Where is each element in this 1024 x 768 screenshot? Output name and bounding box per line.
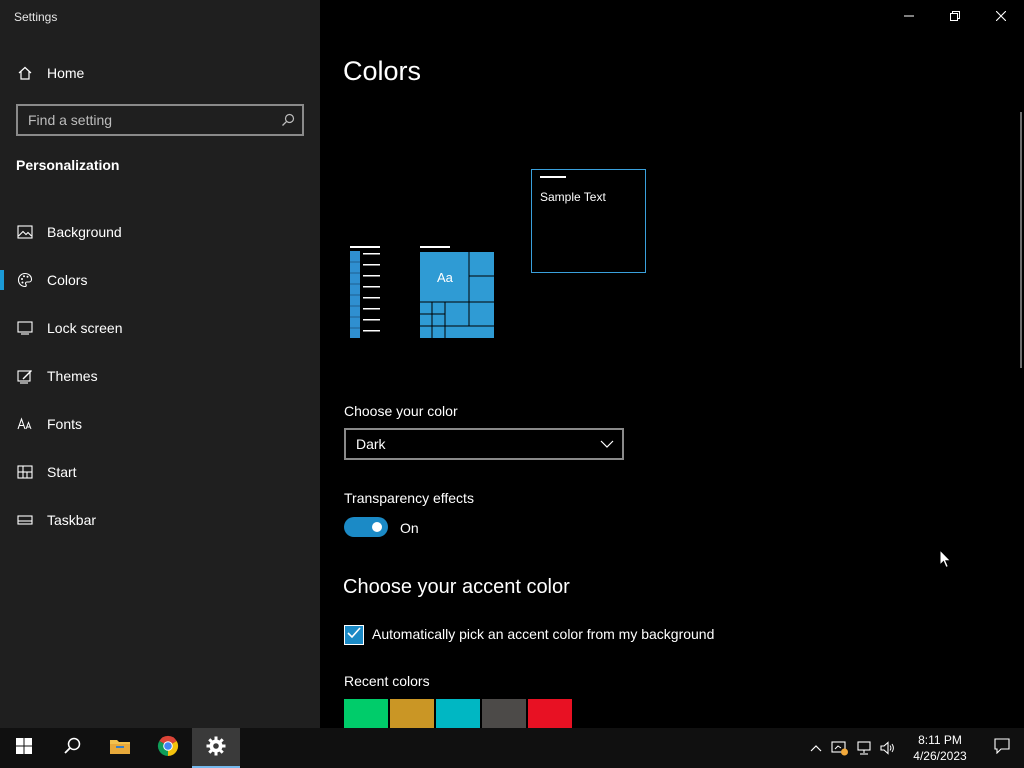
home-icon (16, 64, 34, 82)
sidebar-item-label: Home (47, 65, 85, 81)
recent-color-swatch[interactable] (436, 699, 480, 728)
taskbar: 8:11 PM 4/26/2023 (0, 728, 1024, 768)
folder-icon (109, 737, 131, 760)
auto-accent-label: Automatically pick an accent color from … (372, 626, 715, 642)
show-hidden-icons-button[interactable] (804, 728, 828, 768)
taskbar-search-button[interactable] (48, 728, 96, 768)
colors-page: Colors Aa Sample Text Choose your color … (320, 0, 1024, 728)
taskbar-settings[interactable] (192, 728, 240, 768)
accent-color-title: Choose your accent color (343, 576, 570, 598)
transparency-label: Transparency effects (344, 490, 474, 506)
sidebar-item-start[interactable]: Start (0, 448, 320, 496)
preview-tiles: Aa (420, 246, 496, 338)
recent-color-swatch[interactable] (390, 699, 434, 728)
sidebar-item-lock-screen[interactable]: Lock screen (0, 304, 320, 352)
choose-color-dropdown[interactable]: Dark (344, 428, 624, 460)
sidebar-item-label: Start (47, 464, 77, 480)
sidebar-item-label: Taskbar (47, 512, 97, 528)
scrollbar[interactable] (1020, 112, 1022, 368)
preview-start-list (350, 246, 380, 338)
lock-screen-icon (16, 319, 34, 337)
minimize-button[interactable] (886, 0, 932, 32)
security-icon[interactable] (828, 728, 852, 768)
taskbar-chrome[interactable] (144, 728, 192, 768)
system-tray: 8:11 PM 4/26/2023 (804, 728, 1024, 768)
network-icon[interactable] (852, 728, 876, 768)
restore-button[interactable] (932, 0, 978, 32)
chrome-icon (156, 734, 180, 763)
toggle-knob (372, 522, 382, 532)
sidebar-item-label: Fonts (47, 416, 83, 432)
recent-colors (344, 699, 572, 728)
taskbar-icon (16, 511, 34, 529)
preview-sample-text: Sample Text (540, 190, 606, 204)
settings-sidebar: Settings Home Personalization Background… (0, 0, 320, 728)
personalization-nav: Background Colors Lock screen Themes Fon… (0, 208, 320, 544)
choose-color-value: Dark (356, 436, 386, 452)
search-icon (63, 737, 81, 759)
section-title: Personalization (16, 157, 120, 173)
sidebar-item-label: Colors (47, 272, 88, 288)
notification-icon (994, 737, 1010, 759)
search-input[interactable] (18, 112, 274, 128)
search-box (16, 104, 304, 136)
close-button[interactable] (978, 0, 1024, 32)
sidebar-item-fonts[interactable]: Fonts (0, 400, 320, 448)
fonts-icon (16, 415, 34, 433)
recent-color-swatch[interactable] (482, 699, 526, 728)
start-button[interactable] (0, 728, 48, 768)
sidebar-item-label: Themes (47, 368, 98, 384)
gear-icon (206, 736, 226, 761)
page-title: Colors (343, 56, 422, 86)
taskbar-file-explorer[interactable] (96, 728, 144, 768)
recent-colors-label: Recent colors (344, 673, 430, 689)
preview-window-bar (540, 176, 566, 178)
recent-color-swatch[interactable] (344, 699, 388, 728)
volume-icon[interactable] (876, 728, 900, 768)
window-controls (886, 0, 1024, 32)
search-icon[interactable] (274, 106, 302, 134)
sidebar-item-taskbar[interactable]: Taskbar (0, 496, 320, 544)
windows-logo-icon (16, 737, 32, 759)
sidebar-item-label: Background (47, 224, 122, 240)
preview-tile-text: Aa (437, 270, 453, 285)
palette-icon (16, 271, 34, 289)
recent-color-swatch[interactable] (528, 699, 572, 728)
checkmark-icon (347, 626, 361, 644)
sidebar-item-colors[interactable]: Colors (0, 256, 320, 304)
chevron-down-icon (600, 435, 614, 453)
sidebar-item-label: Lock screen (47, 320, 123, 336)
image-icon (16, 223, 34, 241)
clock-date: 4/26/2023 (913, 749, 967, 763)
sidebar-item-background[interactable]: Background (0, 208, 320, 256)
start-icon (16, 463, 34, 481)
themes-icon (16, 367, 34, 385)
sidebar-item-home[interactable]: Home (0, 57, 320, 89)
clock[interactable]: 8:11 PM 4/26/2023 (904, 732, 976, 764)
preview-window: Sample Text (531, 169, 646, 273)
sidebar-item-themes[interactable]: Themes (0, 352, 320, 400)
choose-color-label: Choose your color (344, 403, 458, 419)
auto-accent-checkbox[interactable] (344, 625, 364, 645)
app-title: Settings (14, 10, 58, 24)
transparency-toggle[interactable] (344, 517, 388, 537)
transparency-state: On (400, 520, 419, 536)
clock-time: 8:11 PM (918, 733, 962, 747)
action-center-button[interactable] (980, 728, 1024, 768)
mouse-cursor-icon (939, 548, 953, 569)
